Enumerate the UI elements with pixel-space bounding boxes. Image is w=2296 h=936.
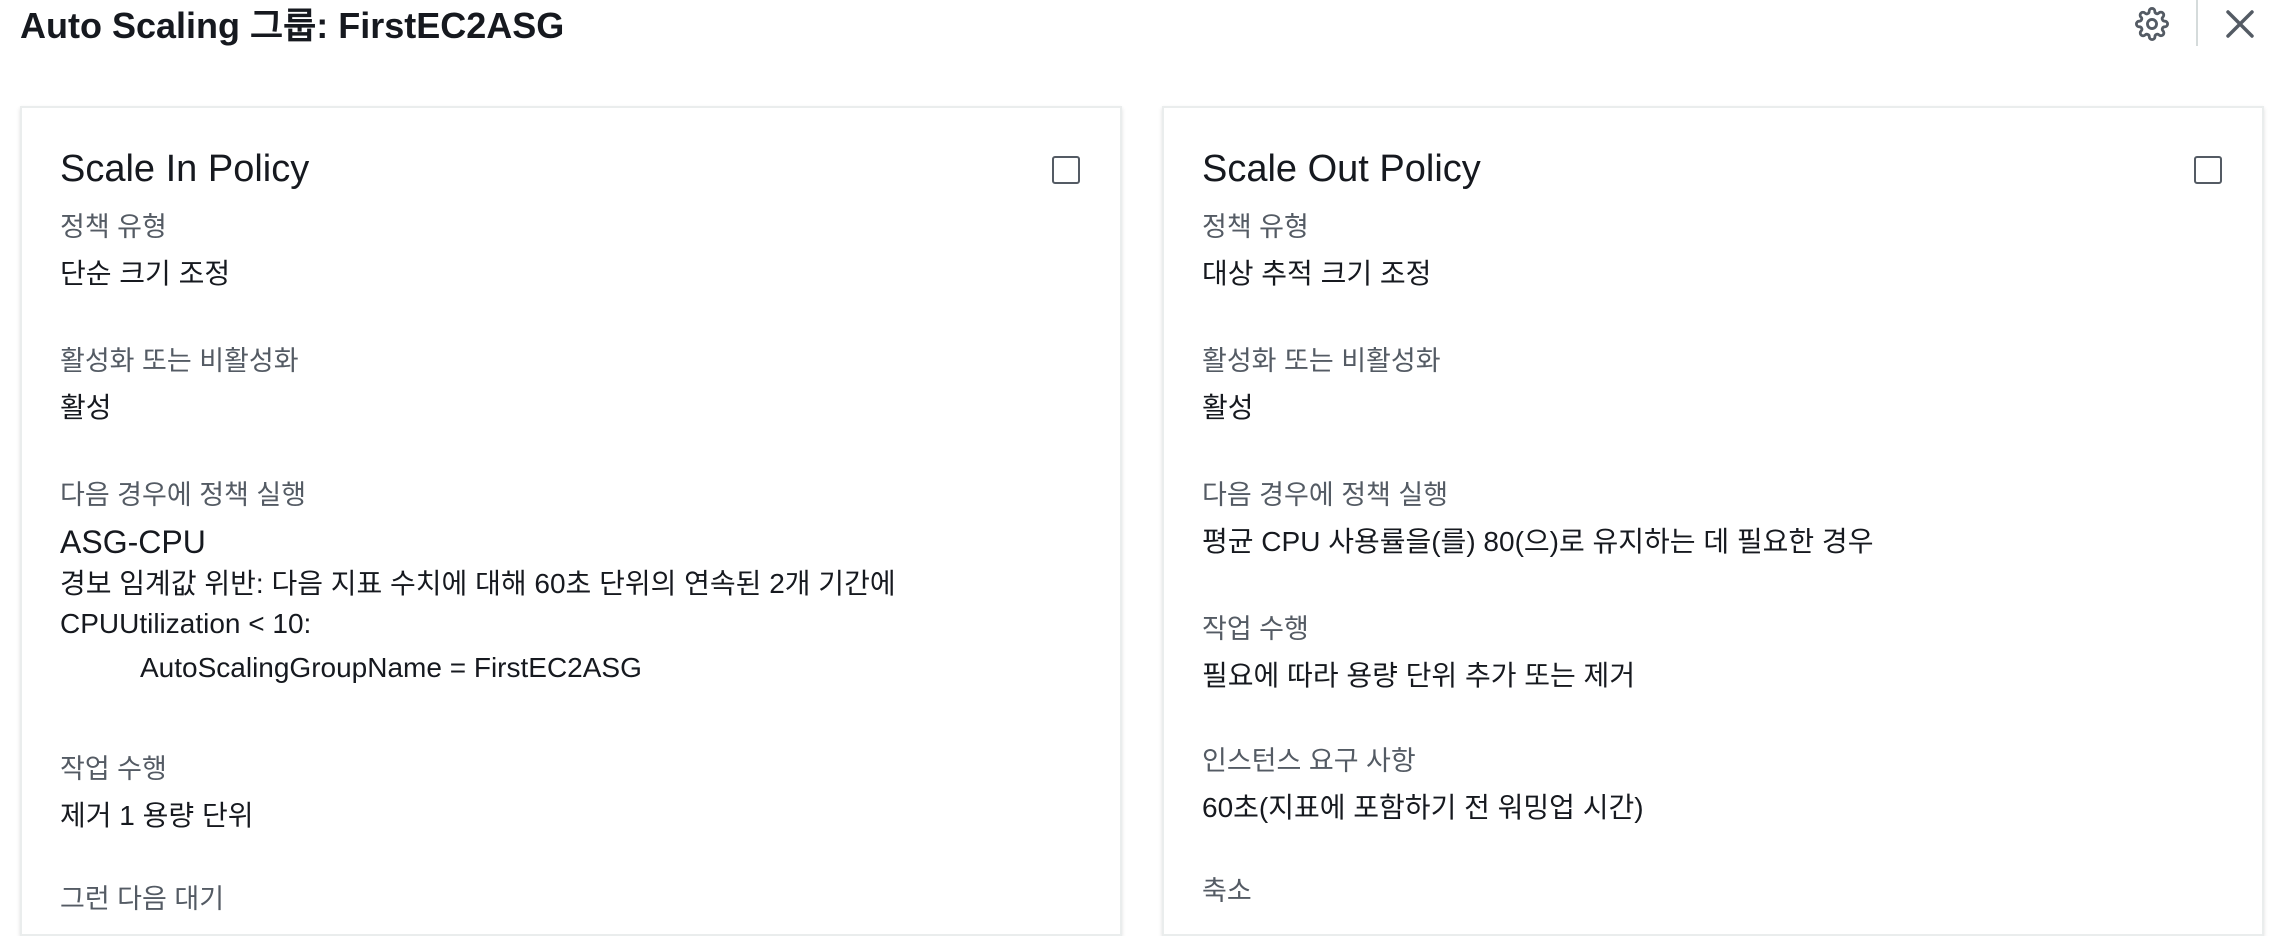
policy-type-label: 정책 유형 <box>60 212 167 242</box>
card-title: Scale Out Policy <box>1202 148 1481 190</box>
run-when-field: 다음 경우에 정책 실행 ASG-CPU 경보 임계값 위반: 다음 지표 수치… <box>60 478 896 686</box>
run-when-label: 다음 경우에 정책 실행 <box>1202 480 1449 510</box>
scale-in-policy-card: Scale In Policy 정책 유형 단순 크기 조정 활성화 또는 비활… <box>20 106 1122 936</box>
action-value: 제거 1 용량 단위 <box>60 800 254 831</box>
instance-requirements-field: 인스턴스 요구 사항 60초(지표에 포함하기 전 워밍업 시간) <box>1202 744 1644 826</box>
policy-type-field: 정책 유형 단순 크기 조정 <box>60 210 230 292</box>
close-icon <box>2226 10 2254 38</box>
action-label: 작업 수행 <box>60 754 167 784</box>
enabled-value: 활성 <box>1202 392 1254 423</box>
run-when-field: 다음 경우에 정책 실행 평균 CPU 사용률을(를) 80(으)로 유지하는 … <box>1202 478 1873 560</box>
scale-in-field: 축소 <box>1202 874 1252 908</box>
select-policy-checkbox[interactable] <box>2194 156 2222 184</box>
run-when-value: 평균 CPU 사용률을(를) 80(으)로 유지하는 데 필요한 경우 <box>1202 526 1874 557</box>
header-divider <box>2196 0 2198 46</box>
action-value: 필요에 따라 용량 단위 추가 또는 제거 <box>1202 660 1636 691</box>
settings-button[interactable] <box>2132 4 2172 44</box>
scale-out-policy-card: Scale Out Policy 정책 유형 대상 추적 크기 조정 활성화 또… <box>1162 106 2264 936</box>
enabled-field: 활성화 또는 비활성화 활성 <box>60 344 299 426</box>
alarm-breach-text: 경보 임계값 위반: 다음 지표 수치에 대해 60초 단위의 연속된 2개 기… <box>60 568 896 599</box>
enabled-label: 활성화 또는 비활성화 <box>1202 346 1441 376</box>
action-label: 작업 수행 <box>1202 614 1309 644</box>
action-field: 작업 수행 제거 1 용량 단위 <box>60 752 253 834</box>
policy-type-label: 정책 유형 <box>1202 212 1309 242</box>
select-policy-checkbox[interactable] <box>1052 156 1080 184</box>
action-field: 작업 수행 필요에 따라 용량 단위 추가 또는 제거 <box>1202 612 1635 694</box>
close-button[interactable] <box>2218 2 2262 46</box>
alarm-dimension: AutoScalingGroupName = FirstEC2ASG <box>140 652 642 683</box>
alarm-condition: CPUUtilization < 10: <box>60 608 312 639</box>
policy-type-value: 단순 크기 조정 <box>60 258 231 289</box>
alarm-name: ASG-CPU <box>60 524 206 560</box>
page-title: Auto Scaling 그룹: FirstEC2ASG <box>20 5 565 46</box>
enabled-field: 활성화 또는 비활성화 활성 <box>1202 344 1441 426</box>
enabled-value: 활성 <box>60 392 112 423</box>
then-wait-label: 그런 다음 대기 <box>60 884 225 914</box>
run-when-label: 다음 경우에 정책 실행 <box>60 480 307 510</box>
policy-type-value: 대상 추적 크기 조정 <box>1202 258 1432 289</box>
instance-requirements-value: 60초(지표에 포함하기 전 워밍업 시간) <box>1202 792 1644 823</box>
gear-icon <box>2135 7 2169 41</box>
card-title: Scale In Policy <box>60 148 310 190</box>
scale-in-label: 축소 <box>1202 876 1252 906</box>
then-wait-field: 그런 다음 대기 <box>60 882 224 916</box>
instance-requirements-label: 인스턴스 요구 사항 <box>1202 746 1416 776</box>
enabled-label: 활성화 또는 비활성화 <box>60 346 299 376</box>
policy-type-field: 정책 유형 대상 추적 크기 조정 <box>1202 210 1431 292</box>
panel-header: Auto Scaling 그룹: FirstEC2ASG <box>0 0 2296 72</box>
